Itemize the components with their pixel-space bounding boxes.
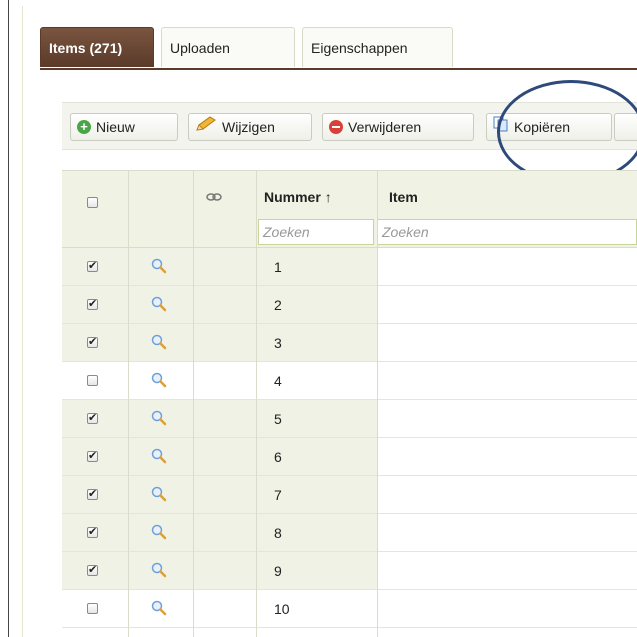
sort-asc-icon: ↑ [324, 189, 332, 205]
copy-button-label: Kopiëren [514, 119, 571, 135]
tab-uploaden[interactable]: Uploaden [161, 27, 295, 67]
row-checkbox[interactable] [87, 487, 98, 500]
row-checkbox[interactable] [87, 563, 98, 576]
view-icon[interactable] [151, 372, 167, 388]
row-number: 2 [274, 297, 282, 313]
row-number: 4 [274, 373, 282, 389]
column-divider [377, 170, 378, 637]
overflow-button[interactable] [614, 113, 637, 141]
new-button-label: Nieuw [96, 119, 135, 135]
view-icon[interactable] [151, 562, 167, 578]
table-row[interactable]: 6 [62, 438, 637, 476]
table-row[interactable]: 4 [62, 362, 637, 400]
copy-button[interactable]: Kopiëren [486, 113, 612, 141]
row-checkbox[interactable] [87, 525, 98, 538]
row-number: 6 [274, 449, 282, 465]
search-item-input[interactable]: Zoeken [377, 219, 637, 245]
copy-icon [493, 114, 509, 140]
view-icon[interactable] [151, 296, 167, 312]
row-checkbox[interactable] [87, 603, 98, 614]
tab-items[interactable]: Items (271) [40, 27, 154, 67]
row-number: 3 [274, 335, 282, 351]
column-nummer-label: Nummer [264, 189, 321, 205]
row-checkbox[interactable] [87, 259, 98, 272]
row-checkbox[interactable] [87, 449, 98, 462]
grid-header: Nummer ↑ Item Zoeken Zoeken [62, 170, 637, 248]
edit-button[interactable]: Wijzigen [188, 113, 312, 141]
plus-icon: + [77, 120, 91, 135]
toolbar: + Nieuw Wijzigen Verwijderen Kopiëren [62, 102, 637, 150]
view-icon[interactable] [151, 410, 167, 426]
link-icon [206, 191, 222, 206]
row-selected-shade [62, 400, 378, 437]
row-number: 9 [274, 563, 282, 579]
panel-edge [22, 6, 23, 637]
table-row[interactable]: 8 [62, 514, 637, 552]
pencil-icon [195, 114, 217, 140]
table-row[interactable]: 5 [62, 400, 637, 438]
new-button[interactable]: + Nieuw [70, 113, 178, 141]
view-icon[interactable] [151, 334, 167, 350]
row-selected-shade [62, 248, 378, 285]
row-checkbox[interactable] [87, 335, 98, 348]
row-selected-shade [62, 286, 378, 323]
view-icon[interactable] [151, 486, 167, 502]
row-number: 8 [274, 525, 282, 541]
delete-button[interactable]: Verwijderen [322, 113, 474, 141]
row-checkbox[interactable] [87, 297, 98, 310]
column-divider [256, 170, 257, 637]
row-number: 1 [274, 259, 282, 275]
table-row[interactable]: 7 [62, 476, 637, 514]
row-selected-shade [62, 324, 378, 361]
view-icon[interactable] [151, 258, 167, 274]
row-number: 10 [274, 601, 290, 617]
row-selected-shade [62, 552, 378, 589]
column-item[interactable]: Item [389, 189, 418, 205]
view-icon[interactable] [151, 600, 167, 616]
row-number: 7 [274, 487, 282, 503]
table-row[interactable]: 10 [62, 590, 637, 628]
row-selected-shade [62, 438, 378, 475]
tab-underline [40, 68, 637, 70]
table-row[interactable]: 2 [62, 286, 637, 324]
select-all-checkbox[interactable] [87, 197, 98, 208]
table-row[interactable]: 3 [62, 324, 637, 362]
row-selected-shade [62, 476, 378, 513]
table-row[interactable]: 9 [62, 552, 637, 590]
column-divider [128, 170, 129, 637]
minus-icon [329, 120, 343, 135]
column-divider [193, 170, 194, 637]
view-icon[interactable] [151, 448, 167, 464]
row-checkbox[interactable] [87, 411, 98, 424]
row-number: 5 [274, 411, 282, 427]
column-nummer[interactable]: Nummer ↑ [264, 189, 332, 205]
tab-eigenschappen[interactable]: Eigenschappen [302, 27, 453, 67]
delete-button-label: Verwijderen [348, 119, 422, 135]
search-nummer-input[interactable]: Zoeken [258, 219, 374, 245]
edit-button-label: Wijzigen [222, 119, 275, 135]
row-selected-shade [62, 514, 378, 551]
row-checkbox[interactable] [87, 375, 98, 386]
table-row[interactable]: 1 [62, 248, 637, 286]
view-icon[interactable] [151, 524, 167, 540]
